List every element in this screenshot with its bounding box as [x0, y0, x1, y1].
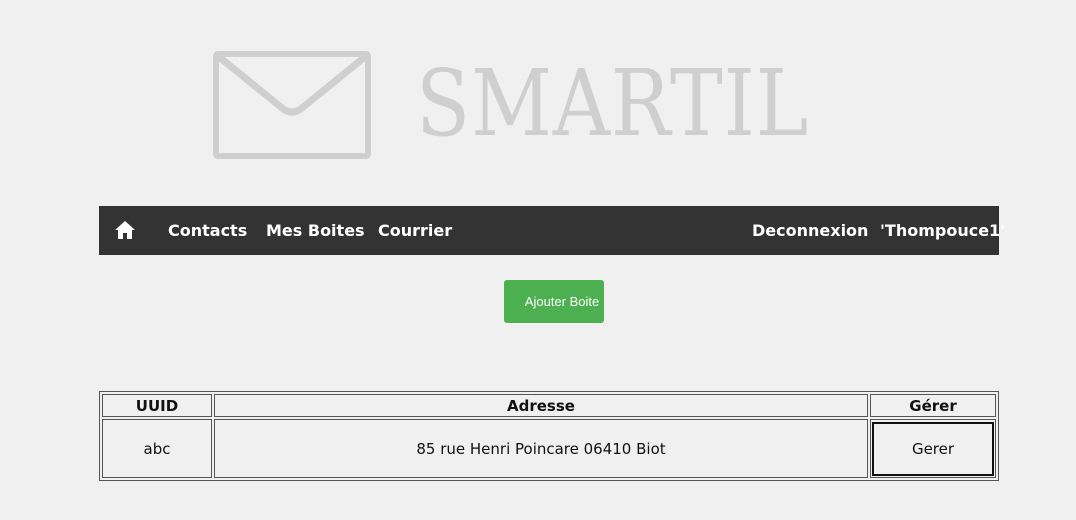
header-uuid: UUID	[102, 394, 212, 417]
cell-adresse: 85 rue Henri Poincare 06410 Biot	[214, 419, 868, 478]
navbar: Contacts Mes Boites Courrier Deconnexion…	[99, 206, 1005, 255]
home-icon[interactable]	[114, 220, 136, 240]
manage-button[interactable]: Gerer	[872, 421, 994, 476]
add-box-button[interactable]: Ajouter Boite	[504, 280, 604, 323]
brand-name: SMARTIL	[416, 50, 810, 157]
nav-contacts[interactable]: Contacts	[168, 206, 247, 255]
header-gerer: Gérer	[870, 394, 996, 417]
table-header-row: UUID Adresse Gérer	[102, 394, 996, 417]
nav-deconnexion[interactable]: Deconnexion	[752, 206, 868, 255]
nav-user[interactable]: 'Thompouce1'	[880, 206, 1005, 255]
table-row: abc 85 rue Henri Poincare 06410 Biot Ger…	[102, 419, 996, 478]
nav-courrier[interactable]: Courrier	[378, 206, 452, 255]
logo: SMARTIL	[0, 0, 1076, 190]
header-adresse: Adresse	[214, 394, 868, 417]
cell-gerer: Gerer	[870, 419, 996, 478]
nav-mes-boites[interactable]: Mes Boites	[266, 206, 365, 255]
boxes-table: UUID Adresse Gérer abc 85 rue Henri Poin…	[99, 391, 999, 481]
cell-uuid: abc	[102, 419, 212, 478]
envelope-icon	[213, 51, 371, 159]
